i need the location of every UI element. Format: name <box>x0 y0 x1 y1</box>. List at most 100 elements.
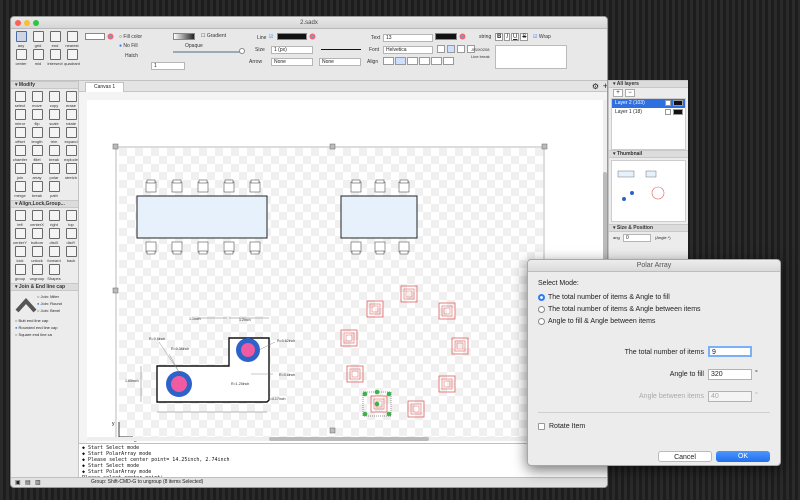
table-group-right[interactable] <box>340 179 418 255</box>
join-option-radio[interactable]: ○ Join: Miter <box>37 293 62 300</box>
tool-ungroup-button[interactable]: ungroup <box>29 264 45 281</box>
tool-shapes-button[interactable]: Shapes <box>46 264 62 281</box>
tool-path-button[interactable]: path <box>46 181 62 198</box>
tool-nearest-button[interactable]: nearest <box>64 31 80 48</box>
arrow-end-select[interactable]: None <box>319 58 361 66</box>
tool-left-button[interactable]: left <box>12 210 28 227</box>
tool-select-button[interactable]: select <box>12 91 28 108</box>
layer-visible-checkbox[interactable] <box>665 100 671 106</box>
tool-mirror-button[interactable]: mirror <box>12 109 28 126</box>
wrap-checkbox[interactable]: ☑ Wrap <box>533 34 551 40</box>
tool-break2-button[interactable]: break <box>29 181 45 198</box>
string-input[interactable] <box>495 45 567 69</box>
line-checkbox[interactable]: ☑ <box>269 34 273 40</box>
tool-move-button[interactable]: move <box>29 91 45 108</box>
gear-icon[interactable]: ⚙ <box>592 82 599 91</box>
size-position-section-header[interactable]: ▾ Size & Position <box>609 224 688 232</box>
layer-row[interactable]: Layer 1 (18) <box>612 108 685 117</box>
line-color-swatch[interactable] <box>277 33 307 40</box>
align-section-header[interactable]: ▾ Align,Lock,Group... <box>11 200 78 208</box>
tool-stretch-button[interactable]: stretch <box>63 163 79 180</box>
tool-offset-button[interactable]: offset <box>12 127 28 144</box>
mode-radio-fill-between[interactable]: Angle to fill & Angle between items <box>538 318 655 325</box>
cap-option-radio[interactable]: ○ Square end line ca <box>15 331 57 338</box>
tool-top-button[interactable]: top <box>63 210 79 227</box>
tool-scale-button[interactable]: scale <box>46 109 62 126</box>
no-fill-radio[interactable]: ● No Fill <box>119 43 138 49</box>
tool-right-button[interactable]: right <box>46 210 62 227</box>
tool-trim-button[interactable]: trim <box>46 127 62 144</box>
text-color-swatch[interactable] <box>435 33 457 40</box>
zoom-window-button[interactable] <box>33 20 39 26</box>
add-layer-icon[interactable]: + <box>613 89 623 97</box>
text-size-field[interactable]: 13 <box>383 34 433 42</box>
resize-handle[interactable] <box>112 143 119 150</box>
line-size-select[interactable]: 1 (px) <box>271 46 313 54</box>
tool-polar-button[interactable]: polar <box>46 163 62 180</box>
close-window-button[interactable] <box>15 20 21 26</box>
rotate-item-checkbox[interactable]: Rotate Item <box>538 423 585 430</box>
tool-disty-button[interactable]: distY <box>63 228 79 245</box>
tool-grid-button[interactable]: grid <box>30 31 46 48</box>
gradient-swatch[interactable] <box>173 33 195 40</box>
minimize-window-button[interactable] <box>24 20 30 26</box>
layers-section-header[interactable]: ▾ All layers <box>609 80 688 88</box>
tool-bottom-button[interactable]: bottom <box>29 228 45 245</box>
resize-handle[interactable] <box>329 427 336 434</box>
horizontal-scrollbar[interactable] <box>269 437 429 441</box>
tool-any-button[interactable]: any <box>13 31 29 48</box>
layer-visible-checkbox[interactable] <box>665 109 671 115</box>
tool-explode-button[interactable]: explode <box>63 145 79 162</box>
tool-chamfer-button[interactable]: chamfer <box>12 145 28 162</box>
tool-expand-button[interactable]: expand <box>63 127 79 144</box>
panel-toggle-icon[interactable]: ▤ <box>25 479 31 487</box>
gradient-checkbox[interactable]: ☐ Gradient <box>201 33 226 39</box>
opacity-slider[interactable] <box>173 51 243 53</box>
tool-array-button[interactable]: array <box>29 163 45 180</box>
tool-end-button[interactable]: end <box>47 31 63 48</box>
tool-intersect-button[interactable]: intersect <box>47 49 63 66</box>
tool-centery-button[interactable]: centerY <box>12 228 28 245</box>
tool-mid-button[interactable]: mid <box>30 49 46 66</box>
text-color-wheel-icon[interactable] <box>459 33 466 42</box>
font-select[interactable]: Helvetica <box>383 46 433 54</box>
tool-group-button[interactable]: group <box>12 264 28 281</box>
tool-unlock-button[interactable]: unlock <box>29 246 45 263</box>
join-option-radio[interactable]: ○ Join: Bevel <box>37 307 62 314</box>
align-left-icon[interactable] <box>419 57 430 65</box>
line-color-wheel-icon[interactable] <box>309 33 316 42</box>
tool-merge-button[interactable]: merge <box>12 181 28 198</box>
align-bottom-icon[interactable] <box>407 57 418 65</box>
tab-canvas-1[interactable]: Canvas 1 <box>85 82 125 92</box>
ok-button[interactable]: OK <box>716 451 770 462</box>
cap-option-radio[interactable]: ○ Butt end line cap <box>15 317 57 324</box>
align-justify-icon[interactable] <box>443 57 454 65</box>
tool-rotate-button[interactable]: rotate <box>63 109 79 126</box>
mode-radio-total-angle-fill[interactable]: The total number of items & Angle to fil… <box>538 294 670 301</box>
angle-between-input[interactable]: 40 <box>708 391 752 402</box>
align-right-icon[interactable] <box>431 57 442 65</box>
underline-button[interactable]: U <box>511 33 520 41</box>
angle-field[interactable]: 0 <box>623 234 651 242</box>
total-items-input[interactable]: 9 <box>708 346 752 357</box>
cap-option-radio[interactable]: ● Rounded end line cap <box>15 324 57 331</box>
tool-join-button[interactable]: join <box>12 163 28 180</box>
tool-center-button[interactable]: center <box>13 49 29 66</box>
modify-section-header[interactable]: ▾ Modify <box>11 81 78 89</box>
align-middle-icon[interactable] <box>395 57 406 65</box>
thumbnail-section-header[interactable]: ▾ Thumbnail <box>609 150 688 158</box>
resize-handle[interactable] <box>541 143 548 150</box>
tool-quadrant-button[interactable]: quadrant <box>64 49 80 66</box>
layer-row[interactable]: Layer 2 (103) <box>612 99 685 108</box>
resize-handle[interactable] <box>112 287 119 294</box>
text-center-icon[interactable] <box>447 45 455 53</box>
tool-lock-button[interactable]: lock <box>12 246 28 263</box>
opacity-slider-knob[interactable] <box>239 48 245 54</box>
layer-color-swatch[interactable] <box>673 100 683 106</box>
thumbnail-preview[interactable] <box>611 160 686 222</box>
fill-color-radio[interactable]: ○ Fill color <box>119 34 142 40</box>
tool-flip-button[interactable]: flip <box>29 109 45 126</box>
italic-button[interactable]: I <box>504 33 511 41</box>
arrow-start-select[interactable]: None <box>271 58 313 66</box>
mode-radio-total-angle-between[interactable]: The total number of items & Angle betwee… <box>538 306 701 313</box>
